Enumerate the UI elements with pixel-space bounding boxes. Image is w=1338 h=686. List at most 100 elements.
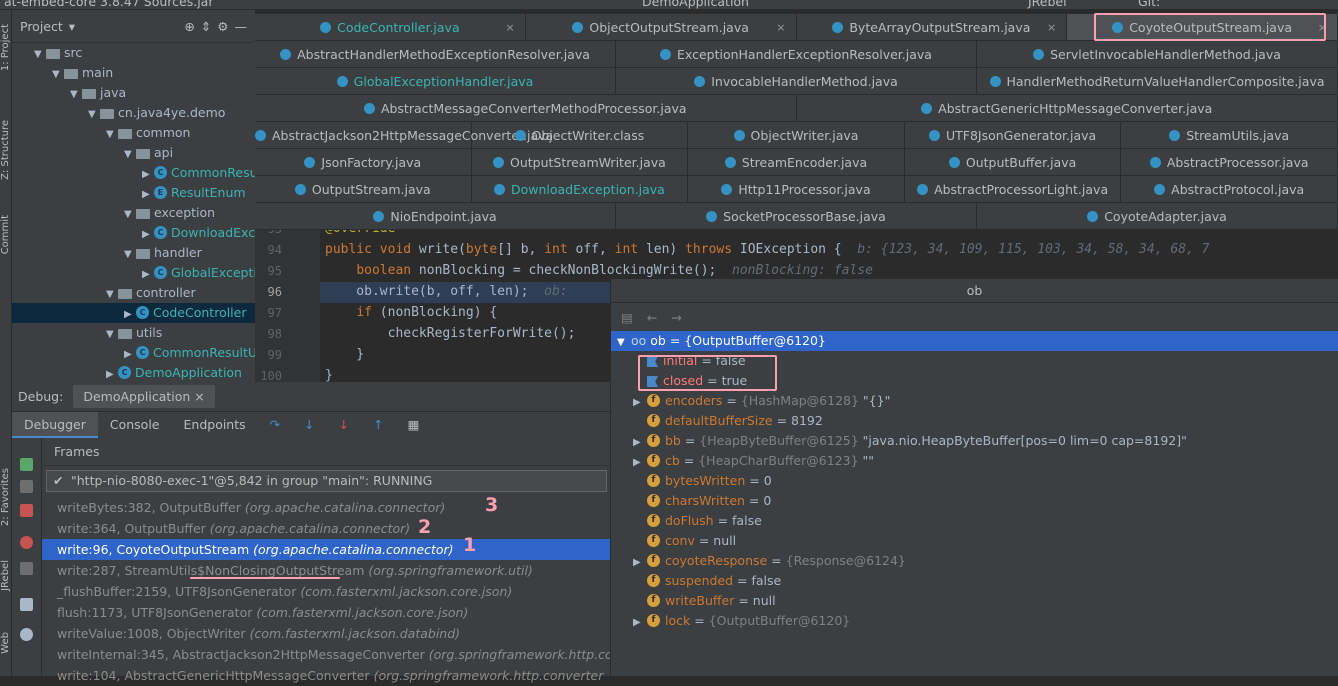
chevron-down-icon[interactable]: ▼: [106, 325, 118, 345]
code-line[interactable]: if (nonBlocking) {: [325, 305, 497, 320]
variable-row[interactable]: ▶fbb = {HeapByteBuffer@6125} "java.nio.H…: [611, 431, 1338, 451]
editor-tab[interactable]: AbstractGenericHttpMessageConverter.java: [797, 95, 1338, 122]
editor-tab[interactable]: GlobalExceptionHandler.java: [255, 68, 616, 95]
debug-session-tab[interactable]: DemoApplication ×: [73, 385, 214, 408]
editor-tab[interactable]: ObjectOutputStream.java×: [526, 14, 797, 41]
tab-endpoints[interactable]: Endpoints: [172, 412, 258, 438]
editor-tab[interactable]: CoyoteAdapter.java: [977, 203, 1338, 230]
tree-item[interactable]: ▶CDemoApplication: [12, 363, 242, 382]
breakpoints-icon[interactable]: [20, 536, 33, 549]
tree-item[interactable]: ▼cn.java4ye.demo: [12, 103, 225, 123]
editor-tab[interactable]: ObjectWriter.class: [472, 122, 689, 149]
chevron-down-icon[interactable]: ▼: [617, 333, 631, 353]
variable-row[interactable]: ▼oo ob = {OutputBuffer@6120}: [611, 331, 1338, 351]
frame-row[interactable]: write:96, CoyoteOutputStream (org.apache…: [42, 539, 610, 560]
variable-row[interactable]: fcharsWritten = 0: [611, 491, 1338, 511]
chevron-right-icon[interactable]: ▶: [106, 365, 118, 382]
variable-row[interactable]: ▶flock = {OutputBuffer@6120}: [611, 611, 1338, 631]
locate-icon[interactable]: ⊕: [184, 19, 194, 34]
chevron-down-icon[interactable]: ▼: [106, 285, 118, 305]
chevron-down-icon[interactable]: ▼: [88, 105, 100, 125]
variable-row[interactable]: fdefaultBufferSize = 8192: [611, 411, 1338, 431]
tree-item[interactable]: ▼utils: [12, 323, 162, 343]
chevron-down-icon[interactable]: ▼: [106, 125, 118, 145]
forward-icon[interactable]: →: [671, 310, 681, 325]
chevron-right-icon[interactable]: ▶: [633, 453, 647, 473]
frame-row[interactable]: writeInternal:345, AbstractJackson2HttpM…: [42, 644, 610, 665]
run-config-selector[interactable]: DemoApplication: [642, 0, 749, 9]
gear-icon[interactable]: ⚙: [217, 19, 228, 34]
tree-item[interactable]: ▶CGlobalExcepti: [12, 263, 255, 283]
tree-item[interactable]: ▼controller: [12, 283, 196, 303]
chevron-right-icon[interactable]: ▶: [124, 345, 136, 365]
editor-tab[interactable]: JsonFactory.java: [255, 149, 472, 176]
chevron-right-icon[interactable]: ▶: [142, 165, 154, 185]
variable-row[interactable]: fdoFlush = false: [611, 511, 1338, 531]
chevron-right-icon[interactable]: ▶: [124, 305, 136, 325]
editor-tab[interactable]: SocketProcessorBase.java: [616, 203, 977, 230]
chevron-right-icon[interactable]: ▶: [142, 185, 154, 205]
editor-tab[interactable]: Http11Processor.java: [688, 176, 905, 203]
tree-item[interactable]: ▶CDownloadExc: [12, 223, 255, 243]
chevron-down-icon[interactable]: ▼: [70, 85, 82, 105]
variable-row[interactable]: ▶fcb = {HeapCharBuffer@6123} "": [611, 451, 1338, 471]
frame-row[interactable]: write:364, OutputBuffer (org.apache.cata…: [42, 518, 610, 539]
editor-tab[interactable]: AbstractJackson2HttpMessageConverter.jav…: [255, 122, 472, 149]
code-line[interactable]: ob.write(b, off, len); ob:: [325, 284, 568, 299]
tree-item[interactable]: ▼exception: [12, 203, 215, 223]
frame-row[interactable]: writeBytes:382, OutputBuffer (org.apache…: [42, 497, 610, 518]
editor-tab[interactable]: StreamUtils.java: [1121, 122, 1338, 149]
code-line[interactable]: boolean nonBlocking = checkNonBlockingWr…: [325, 263, 873, 278]
variable-row[interactable]: fbytesWritten = 0: [611, 471, 1338, 491]
resume-icon[interactable]: [20, 458, 33, 471]
project-title[interactable]: Project: [20, 19, 63, 34]
frame-row[interactable]: flush:1173, UTF8JsonGenerator (com.faste…: [42, 602, 610, 623]
chevron-down-icon[interactable]: ▼: [52, 65, 64, 85]
hide-icon[interactable]: —: [235, 19, 248, 34]
variable-row[interactable]: fsuspended = false: [611, 571, 1338, 591]
chevron-down-icon[interactable]: ▼: [124, 245, 136, 265]
stop-icon[interactable]: [20, 504, 33, 517]
editor-tab[interactable]: ServletInvocableHandlerMethod.java: [977, 41, 1338, 68]
tree-item[interactable]: ▼main: [12, 63, 113, 83]
editor-tab[interactable]: AbstractProcessor.java: [1121, 149, 1338, 176]
evaluate-icon[interactable]: ▦: [396, 412, 432, 438]
close-icon[interactable]: ×: [776, 14, 785, 41]
force-step-into-icon[interactable]: ↓: [327, 412, 361, 438]
chevron-right-icon[interactable]: ▶: [633, 613, 647, 633]
settings-icon[interactable]: [20, 628, 33, 641]
web-tool-label[interactable]: Web: [0, 632, 12, 654]
back-icon[interactable]: ←: [647, 310, 657, 325]
frame-row[interactable]: _flushBuffer:2159, UTF8JsonGenerator (co…: [42, 581, 610, 602]
close-icon[interactable]: ×: [506, 14, 515, 41]
code-line[interactable]: }: [325, 347, 364, 362]
tree-item[interactable]: ▼handler: [12, 243, 202, 263]
structure-tool-label[interactable]: Z: Structure: [0, 120, 12, 180]
close-icon[interactable]: ×: [1047, 14, 1056, 41]
editor-tab[interactable]: NioEndpoint.java: [255, 203, 616, 230]
chevron-down-icon[interactable]: ▼: [124, 145, 136, 165]
code-line[interactable]: public void write(byte[] b, int off, int…: [325, 242, 1210, 257]
editor-tab[interactable]: AbstractProcessorLight.java: [905, 176, 1122, 203]
tab-debugger[interactable]: Debugger: [12, 412, 98, 438]
chevron-down-icon[interactable]: ▼: [34, 45, 46, 65]
mute-breakpoints-icon[interactable]: [20, 562, 33, 575]
chevron-right-icon[interactable]: ▶: [142, 225, 154, 245]
step-into-icon[interactable]: ↓: [292, 412, 326, 438]
editor-tab[interactable]: ObjectWriter.java: [688, 122, 905, 149]
tree-icon[interactable]: ▤: [621, 310, 633, 325]
editor-tab[interactable]: OutputBuffer.java: [905, 149, 1122, 176]
code-line[interactable]: checkRegisterForWrite();: [325, 326, 575, 341]
chevron-right-icon[interactable]: ▶: [633, 393, 647, 413]
variable-row[interactable]: ▶fencoders = {HashMap@6128} "{}": [611, 391, 1338, 411]
variable-row[interactable]: fwriteBuffer = null: [611, 591, 1338, 611]
editor-tab[interactable]: ExceptionHandlerExceptionResolver.java: [616, 41, 977, 68]
chevron-down-icon[interactable]: ▾: [69, 19, 75, 34]
editor-tab[interactable]: AbstractProtocol.java: [1121, 176, 1338, 203]
step-out-icon[interactable]: ↑: [361, 412, 395, 438]
editor-tab[interactable]: OutputStreamWriter.java: [472, 149, 689, 176]
chevron-right-icon[interactable]: ▶: [142, 265, 154, 285]
variable-row[interactable]: ▶fcoyoteResponse = {Response@6124}: [611, 551, 1338, 571]
editor-tab[interactable]: CodeController.java×: [255, 14, 526, 41]
tree-item[interactable]: ▼java: [12, 83, 126, 103]
